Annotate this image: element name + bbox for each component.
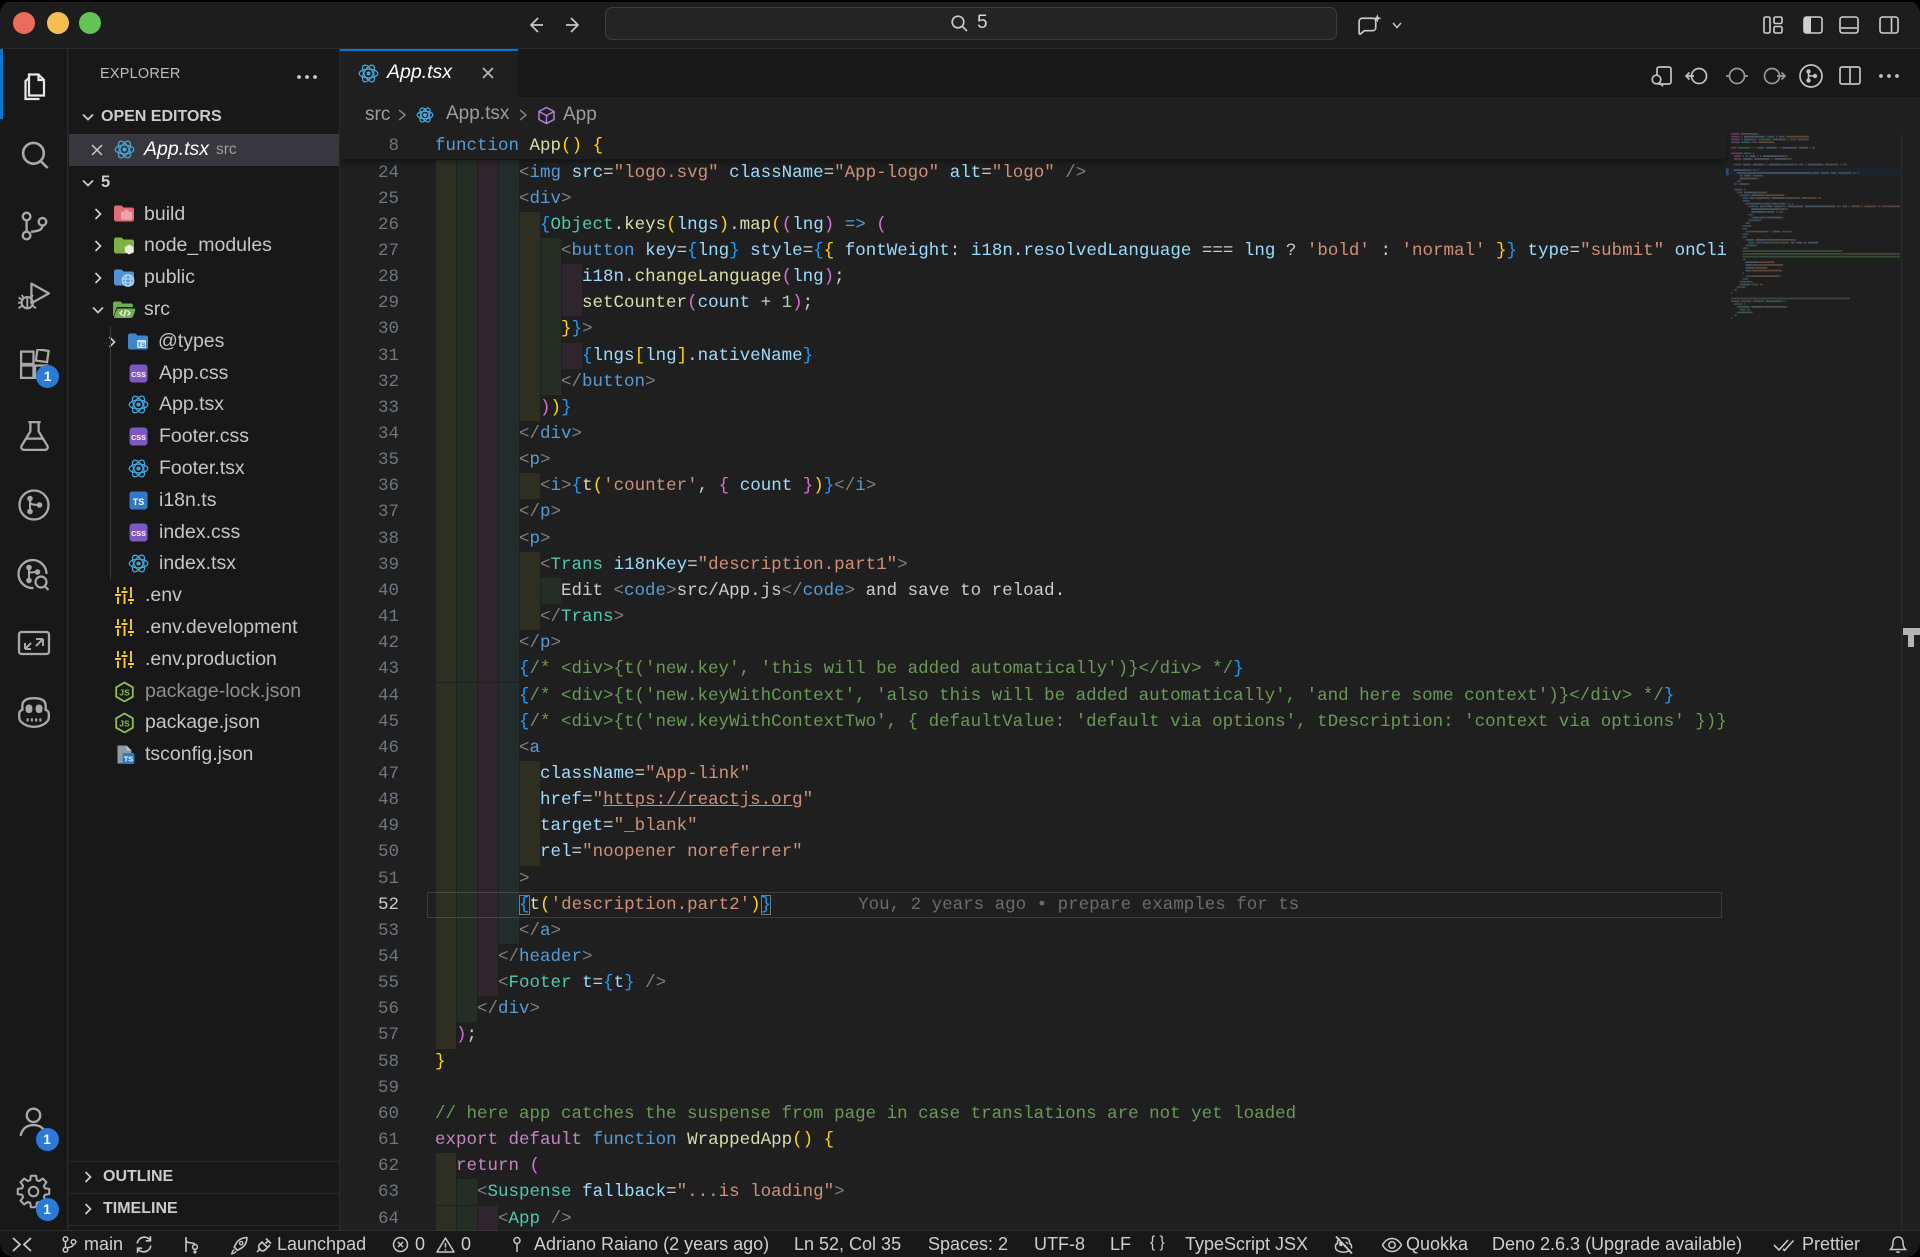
svg-text:TS: TS — [137, 342, 146, 349]
svg-text:CSS: CSS — [131, 370, 146, 379]
svg-text:CSS: CSS — [131, 529, 146, 538]
svg-text:CSS: CSS — [131, 433, 146, 442]
svg-text:TS: TS — [124, 755, 134, 764]
svg-text:TS: TS — [133, 497, 145, 507]
svg-text:JS: JS — [119, 687, 130, 697]
svg-text:JS: JS — [119, 719, 130, 729]
